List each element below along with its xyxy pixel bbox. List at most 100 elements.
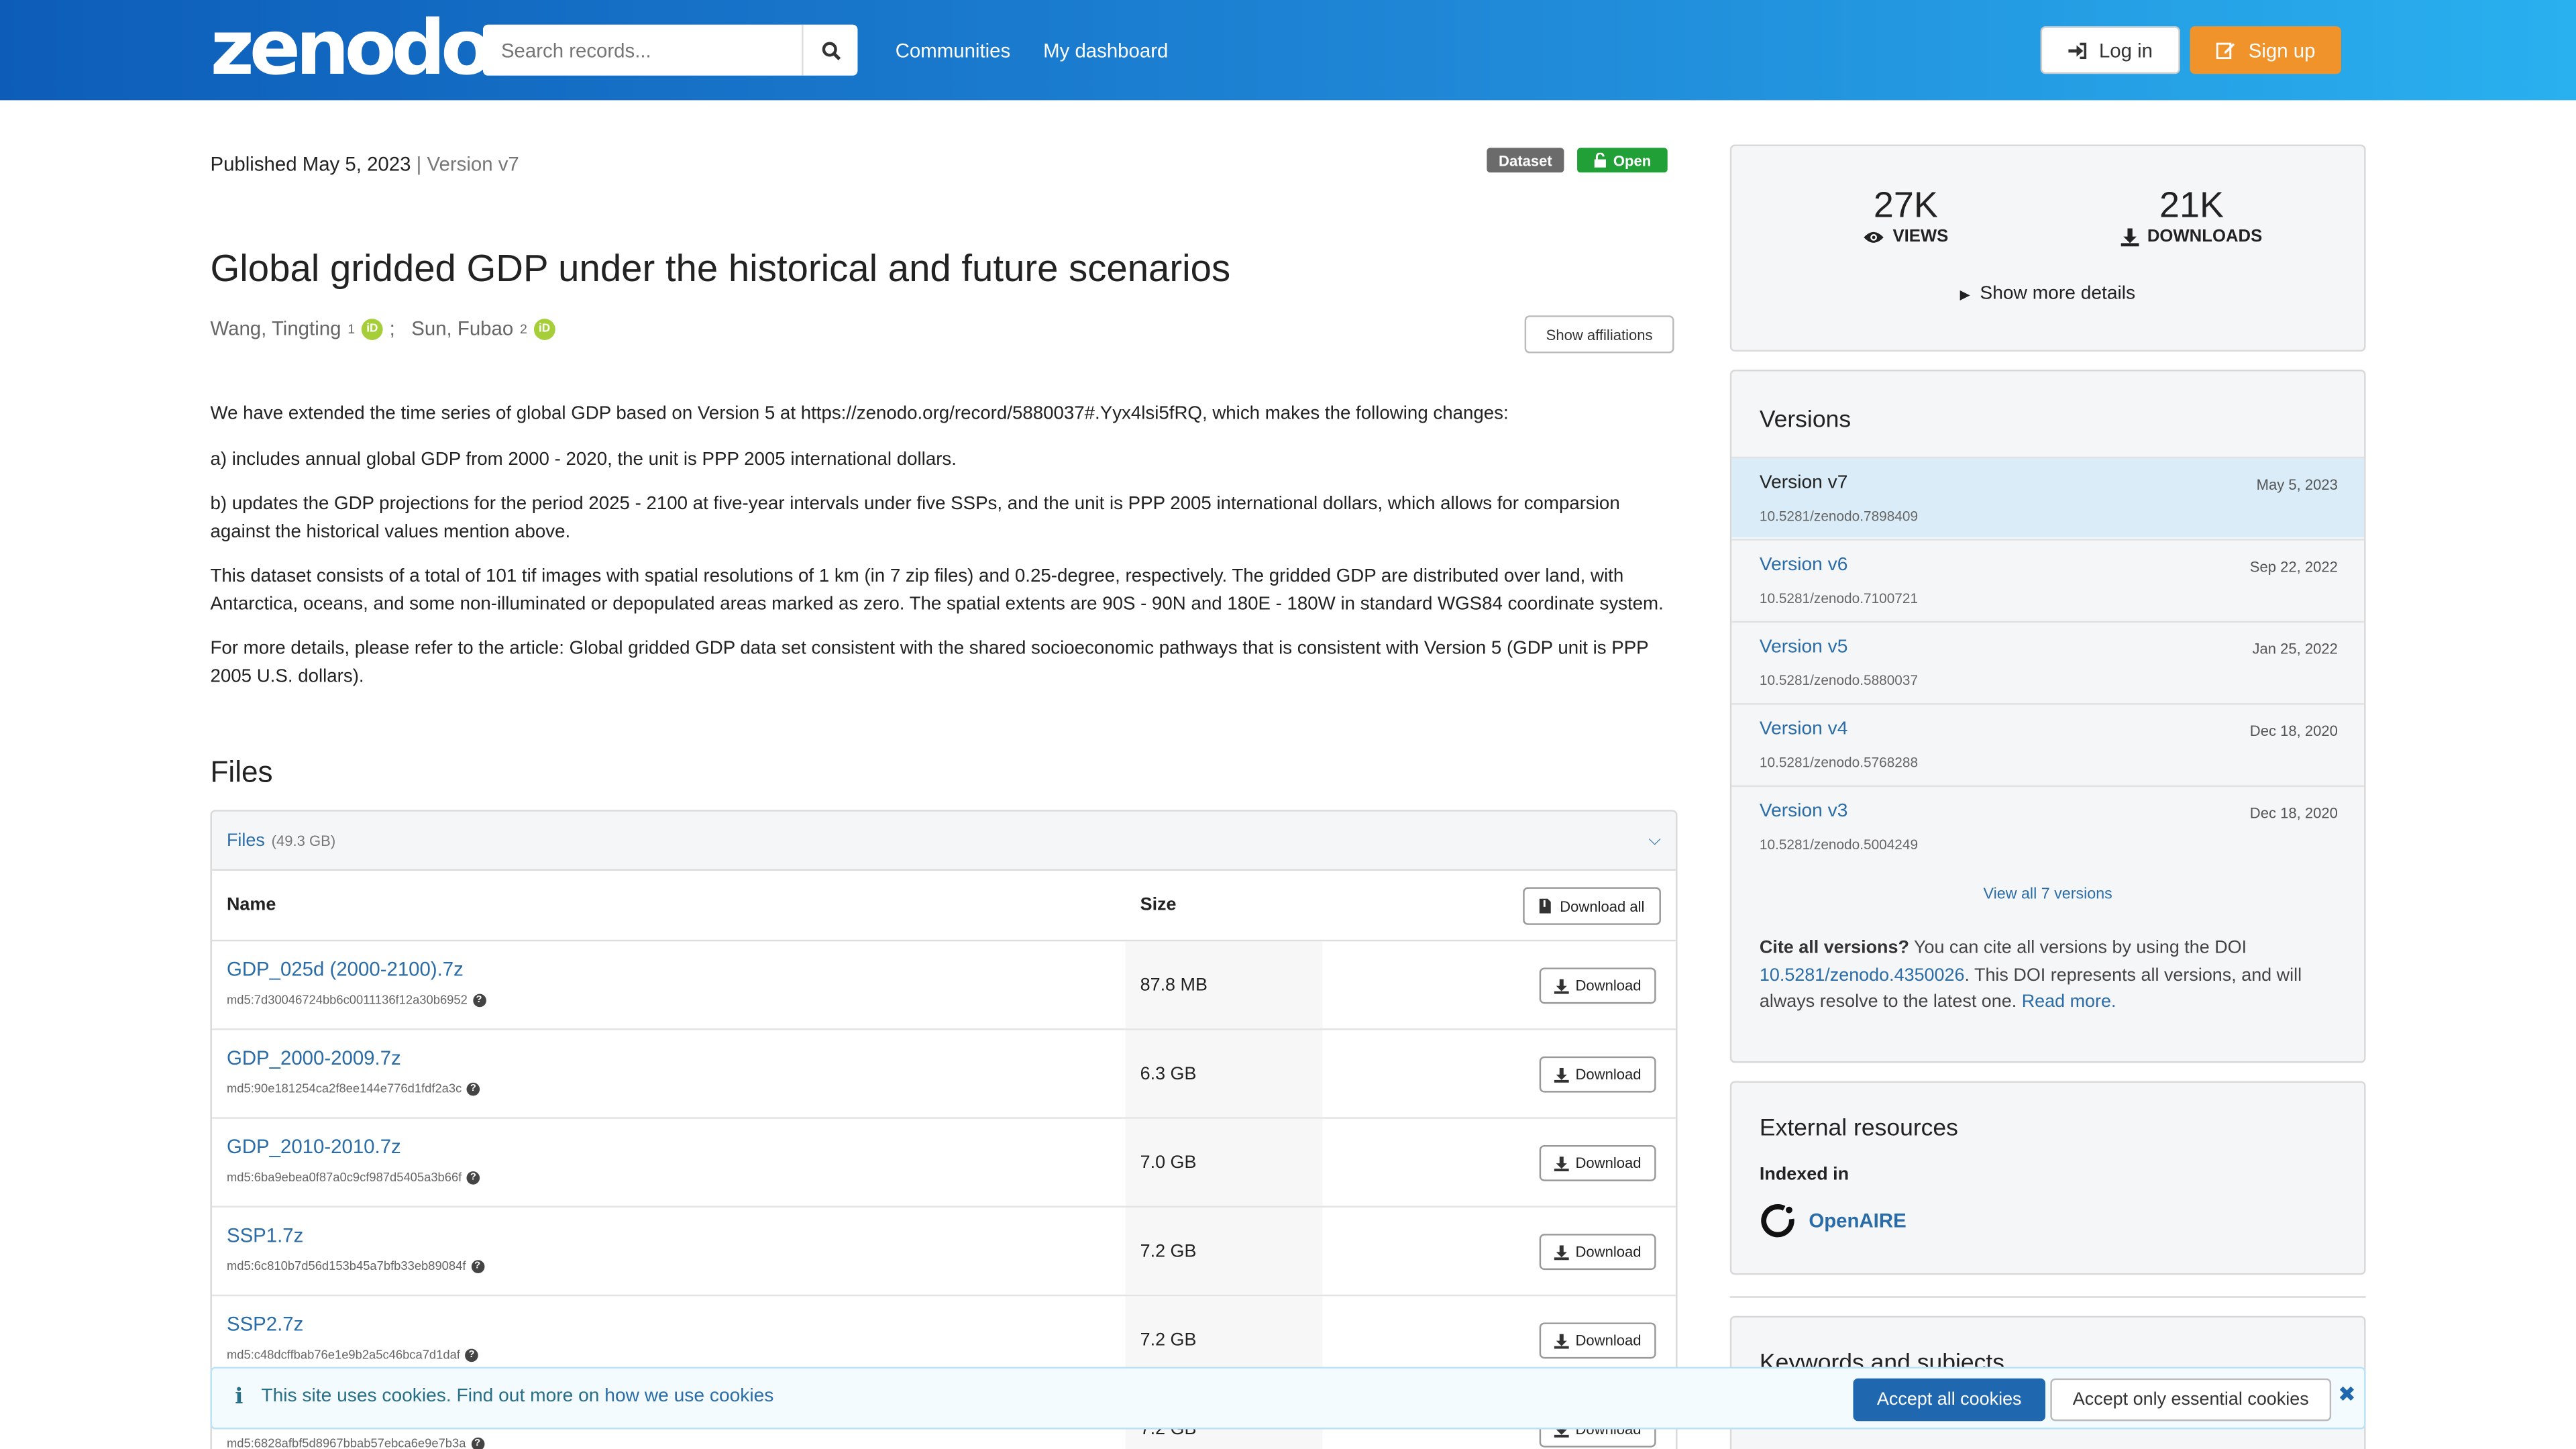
published-date: Published May 5, 2023: [210, 152, 411, 176]
cite-all-versions-note: Cite all versions? You can cite all vers…: [1760, 934, 2338, 1016]
download-all-button[interactable]: Download all: [1523, 887, 1661, 925]
files-panel-toggle[interactable]: Files (49.3 GB) ⌵: [211, 811, 1676, 871]
views-stat: 27K VIEWS: [1840, 184, 1972, 246]
version-date: Jan 25, 2022: [2252, 641, 2338, 657]
download-button[interactable]: Download: [1539, 1234, 1656, 1271]
version-item[interactable]: Version v4 Dec 18, 2020 10.5281/zenodo.576…: [1731, 703, 2365, 784]
login-button[interactable]: Log in: [2040, 26, 2180, 74]
accept-essential-cookies-button[interactable]: Accept only essential cookies: [2050, 1378, 2332, 1421]
download-icon: [2121, 227, 2139, 246]
concept-doi-link[interactable]: 10.5281/zenodo.4350026: [1760, 965, 1965, 985]
record-version: Version v7: [427, 152, 519, 176]
version-date: Dec 18, 2020: [2249, 722, 2338, 740]
openaire-link[interactable]: OpenAIRE: [1760, 1203, 1907, 1239]
publication-info: Published May 5, 2023 | Version v7: [210, 153, 519, 176]
files-table-header: Name Size Download all: [211, 871, 1676, 942]
affiliation-marker: 2: [519, 321, 527, 336]
downloads-stat: 21K DOWNLOADS: [2110, 184, 2274, 246]
author-name[interactable]: Wang, Tingting: [210, 317, 341, 340]
question-circle-icon[interactable]: ?: [470, 1259, 484, 1273]
md5-value: md5:7d30046724bb6c0011136f12a30b6952: [226, 992, 468, 1008]
nav-my-dashboard[interactable]: My dashboard: [1043, 40, 1168, 62]
md5-value: md5:6c810b7d56d153b45a7bfb33eb89084f: [226, 1258, 466, 1273]
download-label: Download: [1575, 1332, 1642, 1349]
download-icon: [1554, 1067, 1569, 1082]
question-circle-icon[interactable]: ?: [465, 1348, 478, 1361]
search-button[interactable]: [802, 24, 858, 76]
download-button[interactable]: Download: [1539, 967, 1656, 1004]
version-label[interactable]: Version v4: [1760, 720, 1848, 739]
divider: [1729, 1296, 2366, 1298]
version-label: Version v7: [1759, 473, 1848, 493]
download-label: Download: [1575, 977, 1642, 994]
record-title: Global gridded GDP under the historical …: [210, 246, 1231, 290]
search-icon: [821, 41, 840, 60]
download-button[interactable]: Download: [1539, 1144, 1656, 1181]
info-icon: i: [235, 1385, 244, 1410]
version-doi: 10.5281/zenodo.5004249: [1759, 836, 1919, 853]
version-label[interactable]: Version v5: [1760, 637, 1848, 657]
download-label: Download: [1575, 1155, 1642, 1172]
orcid-icon[interactable]: iD: [361, 317, 383, 339]
accept-all-cookies-button[interactable]: Accept all cookies: [1853, 1378, 2046, 1421]
file-size: 7.2 GB: [1125, 1208, 1323, 1295]
version-label[interactable]: Version v3: [1760, 802, 1848, 821]
download-icon: [1554, 978, 1569, 994]
download-button[interactable]: Download: [1539, 1322, 1656, 1359]
version-item[interactable]: Version v5 Jan 25, 2022 10.5281/zenodo.588…: [1731, 621, 2365, 702]
author-list: Wang, Tingting 1 iD ; Sun, Fubao 2 iD: [210, 317, 555, 340]
file-checksum: md5:6c810b7d56d153b45a7bfb33eb89084f?: [227, 1258, 484, 1273]
search-box: [483, 24, 858, 76]
version-item[interactable]: Version v7 May 5, 2023 10.5281/zenodo.7898…: [1731, 456, 2365, 537]
author-separator: ;: [389, 317, 395, 340]
author-name[interactable]: Sun, Fubao: [411, 317, 513, 340]
file-checksum: md5:7d30046724bb6c0011136f12a30b6952?: [227, 992, 486, 1007]
download-button[interactable]: Download: [1539, 1056, 1656, 1093]
show-affiliations-button[interactable]: Show affiliations: [1524, 315, 1674, 354]
question-circle-icon[interactable]: ?: [466, 1081, 480, 1095]
close-icon[interactable]: ✖: [2338, 1382, 2356, 1408]
eye-icon: [1864, 231, 1884, 242]
file-name-link[interactable]: GDP_2010-2010.7z: [227, 1135, 401, 1158]
version-doi: 10.5281/zenodo.5768288: [1759, 754, 1919, 771]
version-doi: 10.5281/zenodo.7100721: [1759, 590, 1919, 606]
file-checksum: md5:6828afbf5d8967bbab57ebca6e9e7b3a?: [227, 1436, 484, 1449]
files-heading: Files: [210, 755, 273, 789]
download-icon: [1554, 1244, 1569, 1260]
file-size: 87.8 MB: [1125, 941, 1323, 1029]
file-name-link[interactable]: GDP_2000-2009.7z: [227, 1046, 401, 1069]
cookie-text: This site uses cookies. Find out more on: [261, 1386, 600, 1407]
version-item[interactable]: Version v6 Sep 22, 2022 10.5281/zenodo.710…: [1731, 539, 2365, 619]
version-item[interactable]: Version v3 Dec 18, 2020 10.5281/zenodo.500…: [1731, 785, 2365, 866]
file-name-link[interactable]: SSP1.7z: [227, 1224, 303, 1247]
question-circle-icon[interactable]: ?: [470, 1436, 484, 1449]
md5-value: md5:90e181254ca2f8ee144e776d1fdf2a3c: [226, 1081, 462, 1096]
search-input[interactable]: [483, 24, 802, 76]
download-icon: [1554, 1155, 1569, 1171]
file-name-link[interactable]: GDP_025d (2000-2100).7z: [227, 958, 464, 981]
show-more-details-toggle[interactable]: ▶ Show more details: [1960, 284, 2135, 304]
cookie-policy-link[interactable]: how we use cookies: [604, 1387, 773, 1406]
zenodo-logo[interactable]: zenodo: [210, 7, 492, 89]
view-all-versions-link[interactable]: View all 7 versions: [1731, 885, 2364, 904]
orcid-icon[interactable]: iD: [533, 317, 555, 339]
description-paragraph: This dataset consists of a total of 101 …: [210, 566, 1664, 614]
read-more-link[interactable]: Read more.: [2022, 992, 2116, 1012]
question-circle-icon[interactable]: ?: [466, 1170, 480, 1184]
version-label[interactable]: Version v6: [1760, 555, 1848, 575]
question-circle-icon[interactable]: ?: [472, 993, 486, 1007]
openaire-logo-icon: [1761, 1203, 1794, 1238]
column-size: Size: [1140, 895, 1177, 916]
signup-button[interactable]: Sign up: [2190, 26, 2341, 74]
edit-icon: [2215, 42, 2235, 60]
nav-communities[interactable]: Communities: [896, 40, 1011, 62]
record-description: We have extended the time series of glob…: [210, 401, 1672, 708]
description-paragraph: For more details, please refer to the ar…: [210, 639, 1649, 686]
login-label: Log in: [2098, 38, 2153, 62]
versions-card: Versions Version v7 May 5, 2023 10.5281/ze…: [1729, 370, 2366, 1063]
description-paragraph: b) updates the GDP projections for the p…: [210, 494, 1620, 541]
openaire-label: OpenAIRE: [1809, 1209, 1907, 1232]
chevron-down-icon[interactable]: ⌵: [1648, 831, 1661, 849]
downloads-count: 21K: [2159, 184, 2224, 225]
file-name-link[interactable]: SSP2.7z: [227, 1313, 303, 1336]
